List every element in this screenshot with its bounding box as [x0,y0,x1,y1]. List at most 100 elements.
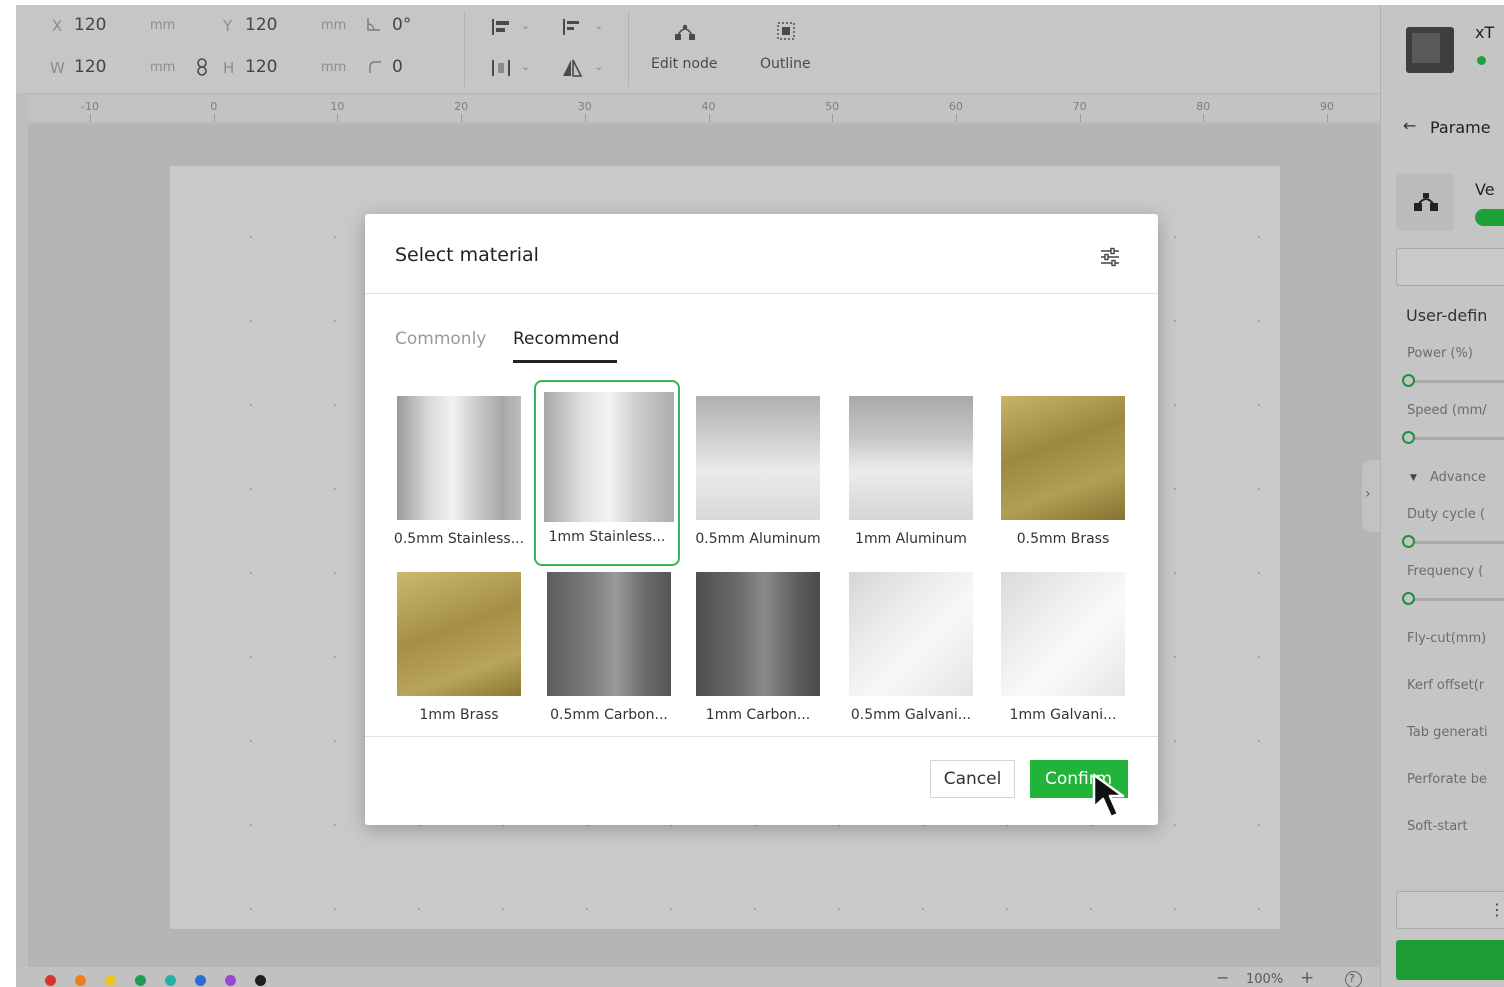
panel-collapse-toggle[interactable]: › [1362,460,1380,532]
chevron-down-icon[interactable]: ⌄ [521,19,530,32]
speed-slider[interactable] [1407,437,1504,440]
cancel-button[interactable]: Cancel [930,760,1015,798]
flip-icon[interactable] [561,57,583,79]
material-card[interactable]: 0.5mm Aluminum [685,396,831,582]
frequency-slider-knob[interactable] [1402,592,1415,605]
align-left-icon[interactable] [490,16,512,38]
duty-cycle-slider-knob[interactable] [1402,535,1415,548]
layer-color-swatch[interactable] [45,975,56,986]
chevron-down-icon[interactable]: ⌄ [594,19,603,32]
material-name: 1mm Galvani... [1009,707,1117,723]
power-slider-knob[interactable] [1402,374,1415,387]
more-icon: ⋮ [1489,900,1504,919]
material-card[interactable]: 0.5mm Stainless... [386,396,532,582]
tab-recommend[interactable]: Recommend [513,329,619,349]
rotation-input[interactable]: 0° [392,15,411,35]
outline-button[interactable]: Outline [746,13,826,85]
layer-color-swatch[interactable] [225,975,236,986]
material-select-field[interactable] [1396,248,1504,286]
material-swatch [544,392,674,522]
duty-cycle-label: Duty cycle ( [1407,507,1485,522]
corner-radius-icon [369,61,381,73]
material-card[interactable]: 0.5mm Galvani... [838,572,984,758]
x-input[interactable]: 120 [74,15,106,35]
duty-cycle-slider[interactable] [1407,541,1504,544]
right-panel: xT ← Parame Ve User-defin Power (%) Spee… [1380,5,1504,987]
edit-node-icon [675,24,695,40]
frequency-slider[interactable] [1407,598,1504,601]
layer-color-swatch[interactable] [105,975,116,986]
outline-label: Outline [760,56,811,72]
toolbar-divider [628,11,629,87]
corner-radius-input[interactable]: 0 [392,57,403,77]
dialog-footer-divider [365,736,1158,737]
ruler-tick-label: 20 [454,100,469,113]
grid-dot [838,908,840,910]
caret-down-icon[interactable]: ▼ [1410,473,1417,483]
grid-dot [250,320,252,322]
grid-dot [1258,320,1260,322]
advanced-label[interactable]: Advance [1430,470,1486,485]
grid-dot [1174,236,1176,238]
arrange-icon[interactable] [490,57,512,79]
chevron-down-icon[interactable]: ⌄ [521,60,530,73]
zoom-in-button[interactable]: + [1300,968,1314,987]
lock-ratio-icon[interactable] [196,58,208,76]
grid-dot [250,236,252,238]
soft-start-label: Soft-start [1407,819,1468,834]
material-name: 0.5mm Carbon... [550,707,668,723]
power-slider[interactable] [1407,380,1504,383]
material-card[interactable]: 1mm Brass [386,572,532,758]
edit-node-button[interactable]: Edit node [640,13,728,85]
help-button[interactable]: ? [1345,971,1362,987]
dialog-header: Select material [365,214,1158,294]
grid-dot [250,656,252,658]
ruler-tick [832,114,834,122]
tab-commonly[interactable]: Commonly [395,329,486,349]
rotation-icon [367,18,380,31]
w-input[interactable]: 120 [74,57,106,77]
distribute-icon[interactable] [561,16,583,38]
zoom-out-button[interactable]: − [1216,968,1229,987]
material-card[interactable]: 1mm Aluminum [838,396,984,582]
h-input[interactable]: 120 [245,57,277,77]
primary-action-button[interactable] [1396,940,1504,980]
material-card[interactable]: 0.5mm Carbon... [536,572,682,758]
active-tab-indicator [513,360,617,363]
layer-color-swatch[interactable] [195,975,206,986]
back-arrow-icon[interactable]: ← [1403,116,1416,135]
material-name: 0.5mm Aluminum [695,531,821,547]
filter-settings-icon[interactable] [1099,247,1121,267]
material-card[interactable]: 1mm Galvani... [990,572,1136,758]
speed-slider-knob[interactable] [1402,431,1415,444]
outline-icon [777,22,795,40]
chevron-right-icon: › [1365,486,1371,502]
mode-toggle[interactable] [1475,209,1504,226]
ruler-tick [90,114,91,122]
grid-dot [1258,656,1260,658]
material-swatch [1001,572,1125,696]
ruler-tick [1327,114,1328,122]
material-card[interactable]: 1mm Stainless... [534,380,680,566]
material-swatch [849,396,973,520]
grid-dot [1174,824,1176,826]
grid-dot [1174,656,1176,658]
grid-dot [334,572,336,574]
chevron-down-icon[interactable]: ⌄ [594,60,603,73]
material-card[interactable]: 1mm Carbon... [685,572,831,758]
material-name: 1mm Stainless... [548,529,666,545]
panel-title: Parame [1430,118,1491,137]
layer-color-swatch[interactable] [165,975,176,986]
layer-color-swatch[interactable] [135,975,146,986]
material-card[interactable]: 0.5mm Brass [990,396,1136,582]
grid-dot [1258,404,1260,406]
grid-dot [250,740,252,742]
grid-dot [1258,824,1260,826]
layer-color-swatch[interactable] [75,975,86,986]
y-input[interactable]: 120 [245,15,277,35]
layer-color-swatch[interactable] [255,975,266,986]
grid-dot [1174,572,1176,574]
mode-label: Ve [1475,180,1495,199]
grid-dot [418,908,420,910]
secondary-action-button[interactable]: ⋮ [1396,891,1504,929]
